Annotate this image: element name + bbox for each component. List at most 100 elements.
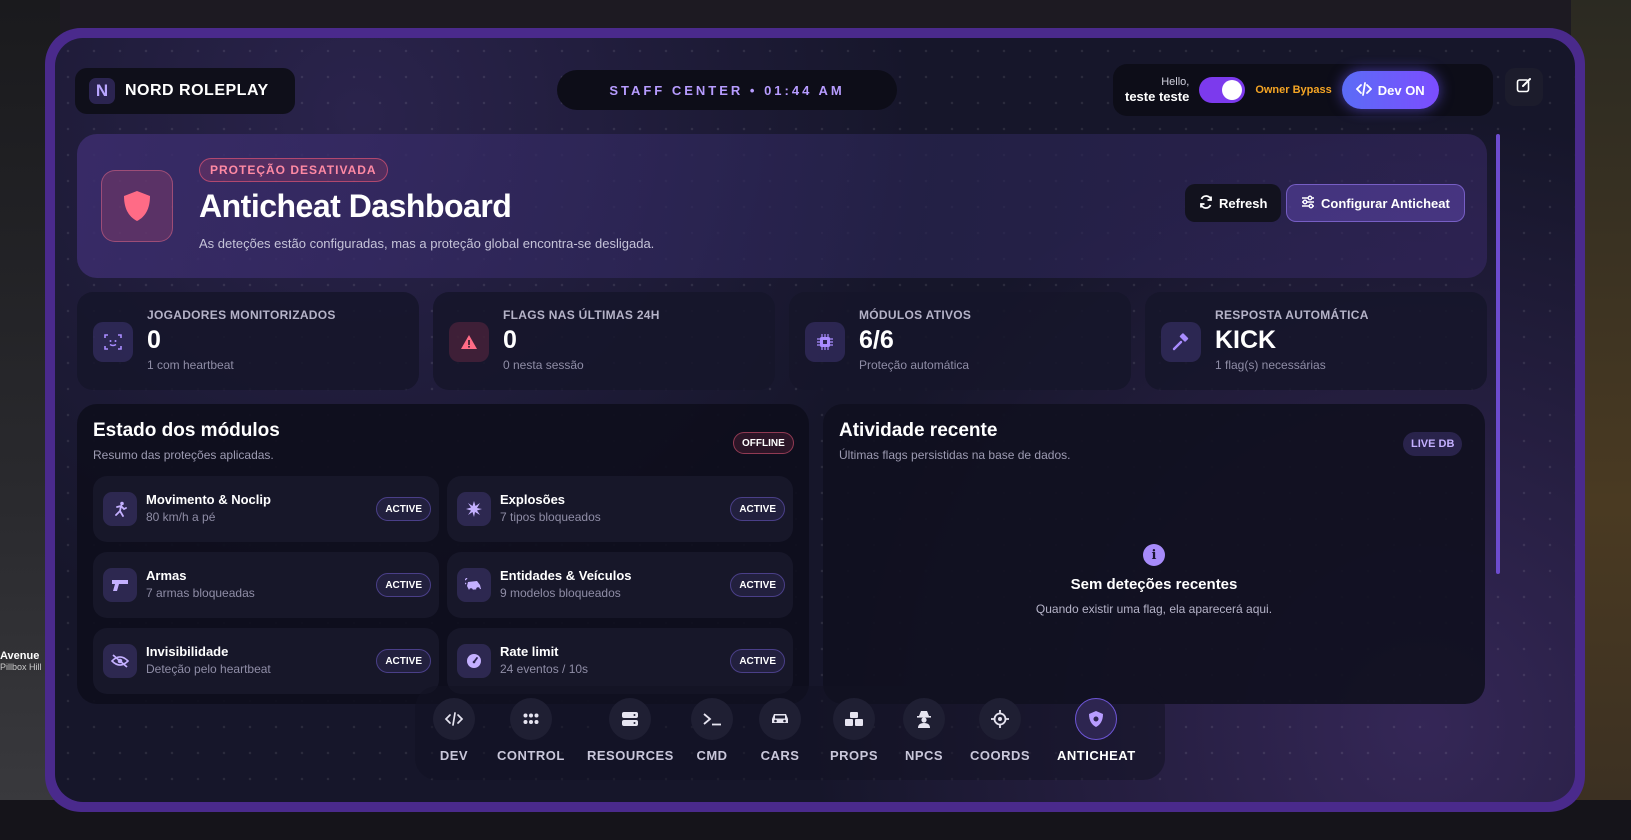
code-icon (433, 698, 475, 740)
info-icon: i (1143, 544, 1165, 566)
stat-sub: 1 com heartbeat (147, 358, 234, 372)
dock-item-coords[interactable]: COORDS (970, 698, 1030, 763)
module-name: Explosões (500, 492, 566, 507)
module-name: Entidades & Veículos (500, 568, 632, 583)
stat-sub: Proteção automática (859, 358, 970, 372)
dock-label: CMD (696, 748, 728, 763)
cubes-icon (833, 698, 875, 740)
dock-item-cmd[interactable]: CMD (691, 698, 733, 763)
scan-face-icon (93, 322, 133, 362)
crosshair-icon (979, 698, 1022, 740)
dock-label: ANTICHEAT (1057, 748, 1136, 763)
stat-label: MÓDULOS ATIVOS (859, 308, 972, 322)
modules-status-badge: OFFLINE (733, 432, 794, 454)
dock-item-resources[interactable]: RESOURCES (587, 698, 674, 763)
module-card[interactable]: Explosões 7 tipos bloqueados ACTIVE (447, 476, 793, 542)
car-icon (759, 698, 801, 740)
staff-menu-panel: N NORD ROLEPLAY STAFF CENTER • 01:44 AM … (55, 38, 1575, 802)
module-status-badge: ACTIVE (376, 497, 431, 521)
refresh-button[interactable]: Refresh (1185, 184, 1282, 222)
module-desc: 7 tipos bloqueados (500, 510, 601, 524)
grid-dots-icon (509, 698, 552, 740)
scrollbar[interactable] (1496, 134, 1500, 574)
module-name: Movimento & Noclip (146, 492, 271, 507)
modules-panel: Estado dos módulos Resumo das proteções … (77, 404, 809, 704)
dock-item-npcs[interactable]: NPCS (903, 698, 945, 763)
dock-item-control[interactable]: CONTROL (497, 698, 565, 763)
dock-item-cars[interactable]: CARS (759, 698, 801, 763)
greeting-hello: Hello, (1161, 75, 1190, 88)
page-title: Anticheat Dashboard (199, 188, 512, 224)
brand-logo: N (89, 78, 115, 104)
module-card[interactable]: Entidades & Veículos 9 modelos bloqueado… (447, 552, 793, 618)
module-card[interactable]: Invisibilidade Deteção pelo heartbeat AC… (93, 628, 439, 694)
user-bar: Hello, teste teste Owner Bypass Dev ON (1113, 64, 1493, 116)
module-name: Invisibilidade (146, 644, 229, 659)
edit-button[interactable] (1505, 68, 1543, 106)
empty-state-subtitle: Quando existir uma flag, ela aparecerá a… (1035, 602, 1273, 616)
brand: N NORD ROLEPLAY (75, 68, 295, 114)
street-label: Avenue Pillbox Hill (0, 650, 42, 672)
stat-value: 6/6 (859, 326, 894, 354)
gavel-icon (1161, 322, 1201, 362)
chip-icon (805, 322, 845, 362)
dock-label: CONTROL (497, 748, 565, 763)
page-subtitle: As deteções estão configuradas, mas a pr… (199, 236, 655, 251)
owner-bypass-label: Owner Bypass (1255, 84, 1332, 96)
shield-icon (101, 170, 173, 242)
gauge-icon (457, 644, 491, 678)
eye-slash-icon (103, 644, 137, 678)
stat-sub: 0 nesta sessão (503, 358, 584, 372)
stat-value: KICK (1215, 326, 1277, 354)
modules-panel-subtitle: Resumo das proteções aplicadas. (93, 448, 274, 462)
dock-label: PROPS (830, 748, 879, 763)
sliders-icon (1301, 195, 1315, 212)
live-db-badge: LIVE DB (1403, 432, 1463, 456)
module-desc: 7 armas bloqueadas (146, 586, 255, 600)
dock-item-props[interactable]: PROPS (830, 698, 878, 763)
edit-icon (1516, 77, 1532, 98)
dock-label: NPCS (904, 748, 944, 763)
dock-item-anticheat[interactable]: ANTICHEAT (1057, 698, 1136, 763)
bottom-dock: DEV CONTROL RESOURCES CMD CARS PROPS NPC… (415, 686, 1165, 780)
stat-card-flags: FLAGS NAS ÚLTIMAS 24H 0 0 nesta sessão (433, 292, 775, 390)
activity-panel-title: Atividade recente (839, 420, 998, 441)
stat-sub: 1 flag(s) necessárias (1215, 358, 1326, 372)
dev-mode-button[interactable]: Dev ON (1341, 71, 1439, 109)
warning-icon (449, 322, 489, 362)
stat-card-response: RESPOSTA AUTOMÁTICA KICK 1 flag(s) neces… (1145, 292, 1487, 390)
shield-virus-icon (1075, 698, 1118, 740)
empty-state-title: Sem deteções recentes (1070, 576, 1238, 593)
module-desc: Deteção pelo heartbeat (146, 662, 271, 676)
dock-label: CARS (760, 748, 800, 763)
module-desc: 80 km/h a pé (146, 510, 216, 524)
configure-anticheat-button[interactable]: Configurar Anticheat (1286, 184, 1465, 222)
module-card[interactable]: Movimento & Noclip 80 km/h a pé ACTIVE (93, 476, 439, 542)
stat-label: RESPOSTA AUTOMÁTICA (1215, 308, 1369, 322)
owner-bypass-toggle[interactable] (1199, 77, 1246, 103)
module-card[interactable]: Armas 7 armas bloqueadas ACTIVE (93, 552, 439, 618)
staff-menu-frame: N NORD ROLEPLAY STAFF CENTER • 01:44 AM … (45, 28, 1585, 812)
protection-status-badge: PROTEÇÃO DESATIVADA (199, 158, 388, 182)
gun-icon (103, 568, 137, 602)
explosion-icon (457, 492, 491, 526)
staff-center-clock: STAFF CENTER • 01:44 AM (557, 70, 897, 110)
street-name: Avenue (0, 650, 40, 662)
district-name: Pillbox Hill (0, 662, 42, 672)
code-icon (1355, 81, 1373, 99)
stat-value: 0 (147, 326, 161, 354)
module-name: Armas (146, 568, 187, 583)
dock-item-dev[interactable]: DEV (433, 698, 475, 763)
module-card[interactable]: Rate limit 24 eventos / 10s ACTIVE (447, 628, 793, 694)
module-status-badge: ACTIVE (730, 573, 785, 597)
dock-label: COORDS (970, 748, 1031, 763)
dev-mode-label: Dev ON (1377, 82, 1425, 98)
modules-panel-title: Estado dos módulos (93, 420, 280, 441)
greeting: Hello, teste teste (1125, 76, 1189, 105)
brand-name: NORD ROLEPLAY (125, 82, 269, 99)
anticheat-hero: PROTEÇÃO DESATIVADA Anticheat Dashboard … (77, 134, 1487, 278)
stat-label: JOGADORES MONITORIZADOS (147, 308, 336, 322)
module-name: Rate limit (500, 644, 559, 659)
server-icon (609, 698, 652, 740)
user-name: teste teste (1125, 88, 1190, 104)
